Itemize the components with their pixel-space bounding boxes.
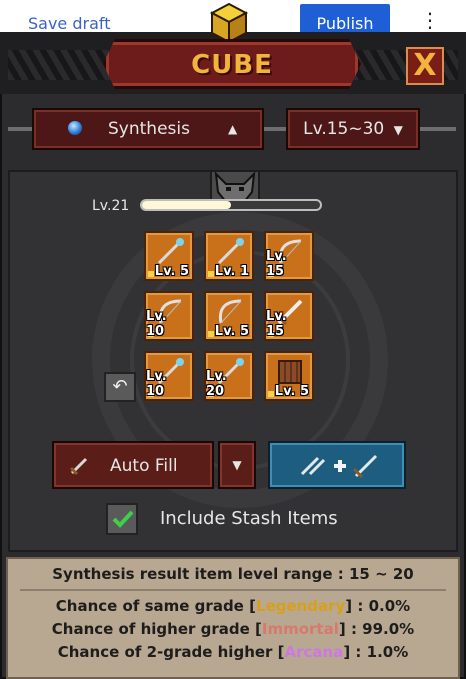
bow-icon — [218, 299, 242, 324]
item-slot[interactable]: Lv. 5 — [144, 231, 194, 281]
filter-row: Synthesis ▲ Lv.15~30 ▼ — [0, 100, 466, 160]
level-progress-fill — [142, 201, 231, 209]
more-menu-icon[interactable]: ⋮ — [420, 8, 440, 32]
staff-icon — [217, 238, 244, 265]
item-level: Lv. 20 — [206, 369, 227, 399]
item-level: Lv. 5 — [154, 264, 189, 279]
item-level: Lv. 5 — [214, 324, 249, 339]
auto-fill-button[interactable]: Auto Fill — [52, 441, 214, 489]
auto-fill-dropdown[interactable]: ▼ — [218, 441, 256, 489]
level-progress-bar — [140, 199, 322, 211]
checkmark-icon — [112, 510, 134, 528]
grade-immortal: Immortal — [261, 620, 339, 638]
chain-decor — [264, 127, 286, 131]
chance-two-grade-higher: Chance of 2-grade higher [Arcana] : 1.0% — [57, 643, 409, 661]
rarity-marker — [148, 271, 154, 277]
page-title: CUBE — [191, 50, 273, 80]
staff-icon — [157, 238, 184, 265]
level-range-text: Synthesis result item level range : 15 ~… — [52, 565, 414, 583]
level-range-label: Lv.15~30 — [303, 119, 385, 139]
close-button[interactable]: X — [406, 47, 444, 85]
item-slot[interactable]: Lv. 20 — [204, 351, 254, 401]
rarity-marker — [268, 391, 274, 397]
chevron-down-icon: ▼ — [393, 123, 403, 137]
mode-dropdown[interactable]: Synthesis ▲ — [32, 108, 264, 150]
item-slot[interactable]: Lv. 5 — [264, 351, 314, 401]
chain-decor — [8, 127, 32, 131]
item-level: Lv. 5 — [274, 384, 309, 399]
include-stash-checkbox[interactable] — [106, 503, 138, 535]
rarity-marker — [208, 331, 214, 337]
grade-legendary: Legendary — [255, 597, 346, 615]
shield-icon — [278, 360, 302, 384]
undo-button[interactable]: ↶ — [104, 372, 136, 402]
level-range-dropdown[interactable]: Lv.15~30 ▼ — [286, 108, 420, 150]
item-level: Lv. 15 — [266, 249, 287, 279]
divider — [20, 589, 446, 591]
auto-fill-label: Auto Fill — [110, 456, 178, 476]
chain-decor — [420, 127, 456, 131]
include-stash-label: Include Stash Items — [160, 508, 338, 529]
item-slot[interactable]: Lv. 1 — [204, 231, 254, 281]
sword-icon — [69, 457, 88, 476]
item-slot[interactable]: Lv. 15 — [264, 231, 314, 281]
item-slot[interactable]: Lv. 10 — [144, 351, 194, 401]
item-slot[interactable]: Lv. 10 — [144, 291, 194, 341]
synthesize-button[interactable] — [268, 441, 406, 489]
rarity-marker — [208, 271, 214, 277]
chance-same-grade: Chance of same grade [Legendary] : 0.0% — [55, 597, 411, 615]
item-slot[interactable]: Lv. 5 — [204, 291, 254, 341]
item-level: Lv. 15 — [266, 309, 287, 339]
level-label: Lv.21 — [92, 198, 130, 214]
info-panel: Synthesis result item level range : 15 ~… — [6, 557, 460, 679]
synthesize-icon — [300, 454, 378, 479]
gem-icon — [68, 121, 82, 135]
chance-higher-grade: Chance of higher grade [Immortal] : 99.0… — [51, 620, 415, 638]
grade-arcana: Arcana — [284, 643, 344, 661]
item-level: Lv. 10 — [146, 309, 167, 339]
save-draft-link[interactable]: Save draft — [28, 14, 111, 33]
chevron-down-icon: ▼ — [232, 458, 242, 472]
item-level: Lv. 1 — [214, 264, 249, 279]
item-level: Lv. 10 — [146, 369, 167, 399]
chevron-up-icon: ▲ — [228, 122, 238, 136]
mode-label: Synthesis — [108, 119, 190, 139]
item-slot[interactable]: Lv. 15 — [264, 291, 314, 341]
